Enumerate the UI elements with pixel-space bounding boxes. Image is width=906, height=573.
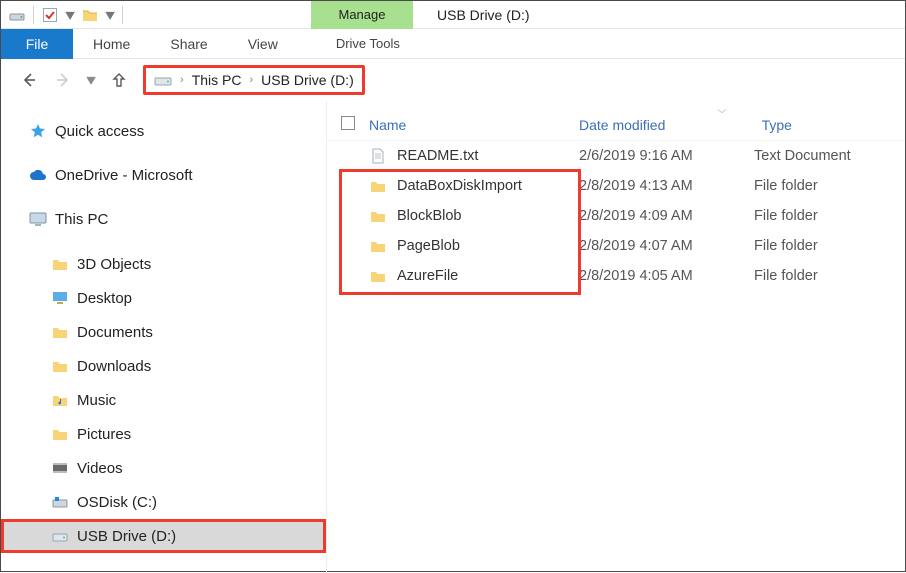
sidebar-label: OSDisk (C:) [77,494,157,511]
column-header-row: Name Date modified ⌵ Type [327,109,905,141]
file-type: File folder [754,238,905,254]
file-date: 2/8/2019 4:13 AM [579,178,754,194]
sidebar-label: OneDrive - Microsoft [55,167,193,184]
sidebar-3d-objects[interactable]: 3D Objects [1,247,326,281]
drive-icon [154,72,172,88]
breadcrumb-this-pc[interactable]: This PC [192,72,242,88]
navigation-bar: ▾ › This PC › USB Drive (D:) [1,59,905,101]
chevron-down-icon[interactable]: ▾ [65,5,75,25]
sidebar-label: Desktop [77,290,132,307]
sidebar-osdisk[interactable]: OSDisk (C:) [1,485,326,519]
table-row[interactable]: DataBoxDiskImport 2/8/2019 4:13 AM File … [327,171,905,201]
sidebar-usb-drive[interactable]: USB Drive (D:) [1,519,326,553]
sidebar-videos[interactable]: Videos [1,451,326,485]
file-date: 2/8/2019 4:09 AM [579,208,754,224]
folder-icon [51,255,69,273]
sort-indicator-icon: ⌵ [717,105,726,116]
folder-icon [369,237,387,255]
column-header-name[interactable]: Name [369,117,579,133]
sidebar-desktop[interactable]: Desktop [1,281,326,315]
file-type: File folder [754,268,905,284]
window-title: USB Drive (D:) [413,7,530,23]
chevron-down-icon[interactable]: ▾ [105,5,115,25]
file-list: Name Date modified ⌵ Type README.txt 2/6… [327,101,905,573]
sidebar-downloads[interactable]: Downloads [1,349,326,383]
sidebar-documents[interactable]: Documents [1,315,326,349]
sidebar-label: USB Drive (D:) [77,528,176,545]
ribbon-tabs: File Home Share View Drive Tools [1,29,905,59]
sidebar-label: This PC [55,211,108,228]
sidebar-music[interactable]: Music [1,383,326,417]
chevron-right-icon[interactable]: › [250,74,254,86]
disk-icon [51,493,69,511]
title-bar: ▾ ▾ Manage USB Drive (D:) [1,1,905,29]
tab-share[interactable]: Share [150,29,227,59]
table-row[interactable]: README.txt 2/6/2019 9:16 AM Text Documen… [327,141,905,171]
file-type: File folder [754,178,905,194]
sidebar-label: Downloads [77,358,151,375]
tab-file[interactable]: File [1,29,73,59]
navigation-pane: Quick access OneDrive - Microsoft This P… [1,101,327,573]
sidebar-label: Videos [77,460,123,477]
sidebar-label: Quick access [55,123,144,140]
main-area: Quick access OneDrive - Microsoft This P… [1,101,905,573]
sidebar-label: Pictures [77,426,131,443]
file-name: BlockBlob [397,208,461,224]
star-icon [29,122,47,140]
folder-icon[interactable] [82,7,98,23]
recent-locations-dropdown[interactable]: ▾ [86,70,96,90]
sidebar-pictures[interactable]: Pictures [1,417,326,451]
music-icon [51,391,69,409]
manage-contextual-tab[interactable]: Manage [311,1,413,29]
breadcrumb-usb-drive[interactable]: USB Drive (D:) [261,72,354,88]
video-icon [51,459,69,477]
folder-icon [369,207,387,225]
desktop-icon [51,289,69,307]
file-type: File folder [754,208,905,224]
sidebar-label: Music [77,392,116,409]
address-bar[interactable]: › This PC › USB Drive (D:) [143,65,365,95]
column-header-date[interactable]: Date modified [579,117,754,133]
pc-icon [29,210,47,228]
sidebar-label: Documents [77,324,153,341]
file-name: PageBlob [397,238,460,254]
file-name: AzureFile [397,268,458,284]
select-all-checkbox[interactable] [341,116,369,133]
up-button[interactable] [109,70,129,90]
cloud-icon [29,166,47,184]
file-name: README.txt [397,148,478,164]
folder-icon [51,425,69,443]
sidebar-this-pc[interactable]: This PC [1,203,326,235]
tab-view[interactable]: View [228,29,298,59]
text-file-icon [369,147,387,165]
chevron-right-icon[interactable]: › [180,74,184,86]
sidebar-quick-access[interactable]: Quick access [1,115,326,147]
file-date: 2/8/2019 4:05 AM [579,268,754,284]
sidebar-onedrive[interactable]: OneDrive - Microsoft [1,159,326,191]
forward-button[interactable] [53,70,73,90]
file-date: 2/8/2019 4:07 AM [579,238,754,254]
folder-icon [369,177,387,195]
drive-icon [51,527,69,545]
column-header-type[interactable]: Type [762,117,905,133]
check-icon[interactable] [42,7,58,23]
folder-icon [51,357,69,375]
table-row[interactable]: BlockBlob 2/8/2019 4:09 AM File folder [327,201,905,231]
folder-icon [369,267,387,285]
file-type: Text Document [754,148,905,164]
file-date: 2/6/2019 9:16 AM [579,148,754,164]
tab-drive-tools[interactable]: Drive Tools [322,29,414,59]
rows-container: README.txt 2/6/2019 9:16 AM Text Documen… [327,141,905,291]
table-row[interactable]: AzureFile 2/8/2019 4:05 AM File folder [327,261,905,291]
back-button[interactable] [19,70,39,90]
tab-home[interactable]: Home [73,29,150,59]
folder-icon [51,323,69,341]
quick-access-toolbar: ▾ ▾ [1,5,311,25]
drive-icon [9,7,25,23]
file-name: DataBoxDiskImport [397,178,522,194]
sidebar-label: 3D Objects [77,256,151,273]
table-row[interactable]: PageBlob 2/8/2019 4:07 AM File folder [327,231,905,261]
